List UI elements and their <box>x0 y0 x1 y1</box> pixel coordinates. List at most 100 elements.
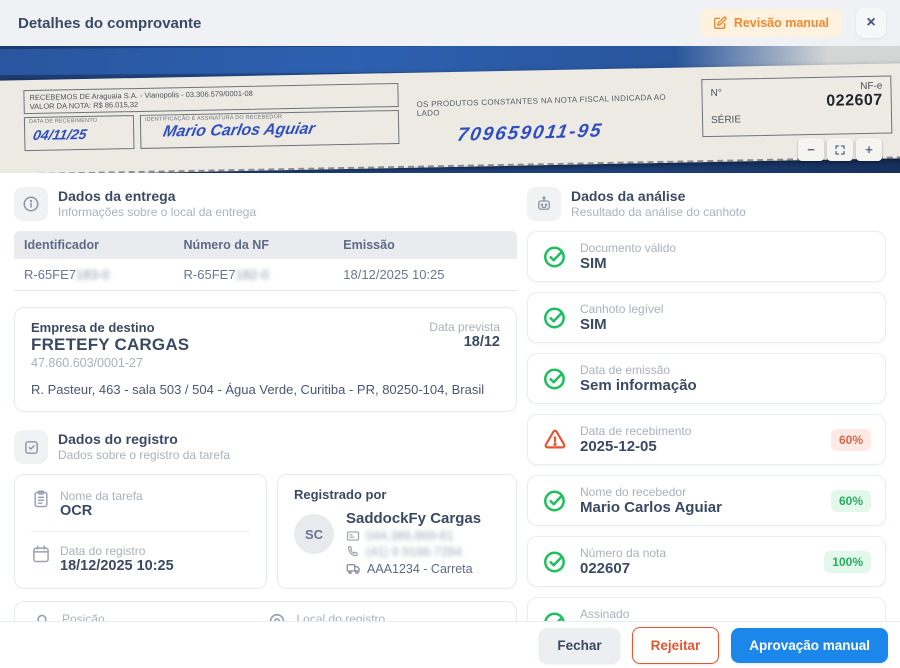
position-person-icon <box>31 612 53 621</box>
analysis-item-label: Data de recebimento <box>580 424 692 438</box>
check-circle-icon <box>542 366 568 392</box>
receipt-products-line: OS PRODUTOS CONSTANTES NA NOTA FISCAL IN… <box>416 92 667 119</box>
destination-company-card: Empresa de destino FRETEFY CARGAS 47.860… <box>14 307 517 412</box>
receipt-number-handwriting: 709659011-95 <box>455 120 605 146</box>
robot-icon <box>527 187 561 221</box>
analysis-item-value: Sem informação <box>580 377 697 394</box>
check-circle-icon <box>542 244 568 270</box>
receipt-nfe-number: 022607 <box>826 91 883 110</box>
cell-identificador: R-65FE7183-0 <box>14 259 174 291</box>
analysis-item: AssinadoSim <box>527 597 886 621</box>
manual-review-button[interactable]: Revisão manual <box>699 9 842 37</box>
page-title: Detalhes do comprovante <box>18 14 202 32</box>
analysis-item-value: 022607 <box>580 560 631 577</box>
analysis-section-subtitle: Resultado da análise do canhoto <box>571 205 746 220</box>
company-cnpj: 47.860.603/0001-27 <box>31 356 143 370</box>
analysis-item-label: Canhoto legível <box>580 302 664 316</box>
analysis-item-label: Número da nota <box>580 546 667 560</box>
analysis-item: Documento válido SIM <box>527 231 886 282</box>
register-date-label: Data do registro <box>60 544 146 558</box>
position-label: Posição <box>62 612 105 621</box>
analysis-item-label: Documento válido <box>580 241 677 255</box>
check-circle-icon <box>542 549 568 575</box>
analysis-item-value: 2025-12-05 <box>580 438 657 455</box>
receipt-date-handwriting: 04/11/25 <box>31 125 89 144</box>
zoom-out-icon: − <box>807 142 815 157</box>
footer-actions: Fechar Rejeitar Aprovação manual <box>0 621 900 668</box>
close-modal-button[interactable]: Fechar <box>539 627 620 663</box>
receipt-date-label: DATA DE RECEBIMENTO <box>28 117 98 126</box>
registered-by-name: SaddockFy Cargas <box>346 510 482 527</box>
expected-date-label: Data prevista <box>429 320 500 334</box>
receipt-numero-label: N° <box>710 87 722 99</box>
expected-date-value: 18/12 <box>463 334 500 350</box>
confidence-badge: 60% <box>830 489 871 512</box>
analysis-result-list: Documento válido SIM Canhoto legível SIM Dat… <box>527 231 886 621</box>
phone-redacted: (41) 9 9166-7284 <box>366 545 462 559</box>
phone-icon <box>346 545 360 559</box>
analysis-item: Data de recebimento 2025-12-05 60% <box>527 414 886 465</box>
registro-section-subtitle: Dados sobre o registro da tarefa <box>58 448 231 463</box>
confidence-badge: 100% <box>824 550 871 573</box>
warning-triangle-icon <box>542 427 568 453</box>
delivery-section-subtitle: Informações sobre o local da entrega <box>58 205 257 220</box>
analysis-item: Canhoto legível SIM <box>527 292 886 343</box>
col-numero-nf: Número da NF <box>173 231 334 259</box>
check-circle-icon <box>542 488 568 514</box>
analysis-item-value: SIM <box>580 316 607 333</box>
check-circle-icon <box>542 305 568 331</box>
col-emissao: Emissão <box>333 231 517 259</box>
zoom-in-button[interactable]: + <box>856 138 882 161</box>
registro-section-header: Dados do registro Dados sobre o registro… <box>14 430 517 464</box>
col-identificador: Identificador <box>14 231 174 259</box>
zoom-fit-icon <box>834 144 846 156</box>
cpf-redacted: 044.386.869-81 <box>366 529 454 543</box>
registered-by-card: Registrado por SC SaddockFy Cargas 044.3… <box>277 474 517 589</box>
manual-approval-button[interactable]: Aprovação manual <box>731 627 888 663</box>
redacted-text: 183-0 <box>76 267 110 282</box>
id-card-icon <box>346 529 360 543</box>
receipt-image-viewer[interactable]: RECEBEMOS DE Araguaia S.A. - Vianopolis … <box>0 46 900 173</box>
analysis-item-value: Mario Carlos Aguiar <box>580 499 722 516</box>
delivery-table: Identificador Número da NF Emissão R-65F… <box>14 231 517 291</box>
analysis-item-label: Nome do recebedor <box>580 485 687 499</box>
close-button[interactable]: × <box>856 8 886 38</box>
company-address: R. Pasteur, 463 - sala 503 / 504 - Água … <box>31 382 485 397</box>
checkbox-icon <box>14 430 48 464</box>
modal-header: Detalhes do comprovante Revisão manual × <box>0 0 900 46</box>
task-name-value: OCR <box>60 503 93 519</box>
zoom-out-button[interactable]: − <box>798 138 824 161</box>
analysis-item-label: Assinado <box>580 607 630 621</box>
analysis-item: Nome do recebedor Mario Carlos Aguiar 60% <box>527 475 886 526</box>
receipt-signature-handwriting: Mario Carlos Aguiar <box>161 120 317 141</box>
analysis-item: Número da nota 022607 100% <box>527 536 886 587</box>
table-row: R-65FE7183-0 R-65FE7182-0 18/12/2025 10:… <box>14 259 517 291</box>
registered-by-label: Registrado por <box>294 487 387 502</box>
receipt-paper: RECEBEMOS DE Araguaia S.A. - Vianopolis … <box>0 63 900 173</box>
avatar: SC <box>294 514 334 554</box>
cell-emissao: 18/12/2025 10:25 <box>333 259 517 291</box>
zoom-in-icon: + <box>865 142 873 157</box>
clipboard-icon <box>31 489 51 509</box>
task-name-label: Nome da tarefa <box>60 489 143 503</box>
task-card: Nome da tarefa OCR Data do registro 18/1… <box>14 474 267 589</box>
map-pin-icon <box>266 612 288 621</box>
redacted-text: 182-0 <box>235 267 269 282</box>
register-date-value: 18/12/2025 10:25 <box>60 558 174 574</box>
register-location-label: Local do registro <box>296 612 386 621</box>
zoom-fit-button[interactable] <box>827 138 853 161</box>
check-circle-icon <box>542 610 568 621</box>
calendar-icon <box>31 544 51 564</box>
info-circle-icon <box>14 187 48 221</box>
analysis-item-value: SIM <box>580 255 607 272</box>
vehicle-plate: AAA1234 - Carreta <box>367 561 473 576</box>
receipt-serie-label: SÉRIE <box>710 114 742 126</box>
analysis-item: Data de emissão Sem informação <box>527 353 886 404</box>
edit-pencil-icon <box>713 16 727 30</box>
close-icon: × <box>866 14 876 31</box>
delivery-section-title: Dados da entrega <box>58 188 176 204</box>
analysis-section-title: Dados da análise <box>571 188 686 204</box>
confidence-badge: 60% <box>830 428 871 451</box>
position-card: Posição Não identificado Local do regist… <box>14 601 517 621</box>
reject-button[interactable]: Rejeitar <box>631 626 720 664</box>
